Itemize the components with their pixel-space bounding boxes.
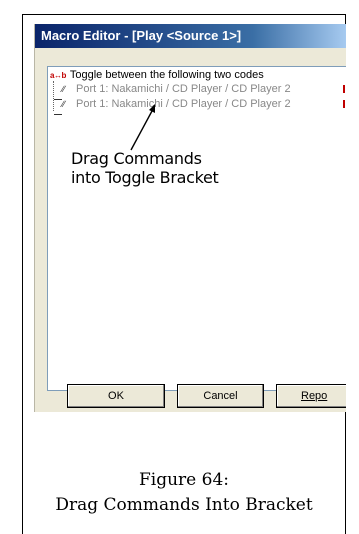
command-label: Port 1: Nakamichi / CD Player / CD Playe… — [76, 98, 291, 110]
command-marker-icon — [343, 85, 345, 93]
macro-tree[interactable]: a↔b Toggle between the following two code… — [47, 66, 346, 391]
toggle-bracket-item[interactable]: a↔b Toggle between the following two code… — [50, 68, 264, 82]
command-icon: ∕∕ — [62, 84, 66, 94]
callout-line-1: Drag Commands — [71, 149, 202, 168]
macro-editor-window: Macro Editor - [Play <Source 1>] a↔b Togg… — [34, 24, 346, 412]
command-label: Port 1: Nakamichi / CD Player / CD Playe… — [76, 83, 291, 95]
report-button-label: Repo — [301, 390, 328, 402]
command-icon: ∕∕ — [62, 99, 66, 109]
drag-instruction-callout: Drag Commands into Toggle Bracket — [71, 149, 219, 187]
window-title: Macro Editor - [Play <Source 1>] — [35, 24, 346, 48]
command-marker-icon — [343, 100, 345, 108]
command-item[interactable]: ∕∕ Port 1: Nakamichi / CD Player / CD Pla… — [48, 82, 345, 100]
figure-caption-title: Drag Commands Into Bracket — [55, 495, 313, 515]
command-item[interactable]: ∕∕ Port 1: Nakamichi / CD Player / CD Pla… — [48, 97, 345, 115]
report-button[interactable]: Repo — [276, 384, 346, 408]
toggle-icon: a↔b — [50, 71, 66, 80]
ok-button[interactable]: OK — [67, 384, 165, 408]
callout-line-2: into Toggle Bracket — [71, 168, 219, 187]
figure-caption-number: Figure 64: — [138, 470, 229, 490]
cancel-button[interactable]: Cancel — [177, 384, 264, 408]
toggle-label: Toggle between the following two codes — [69, 69, 264, 81]
